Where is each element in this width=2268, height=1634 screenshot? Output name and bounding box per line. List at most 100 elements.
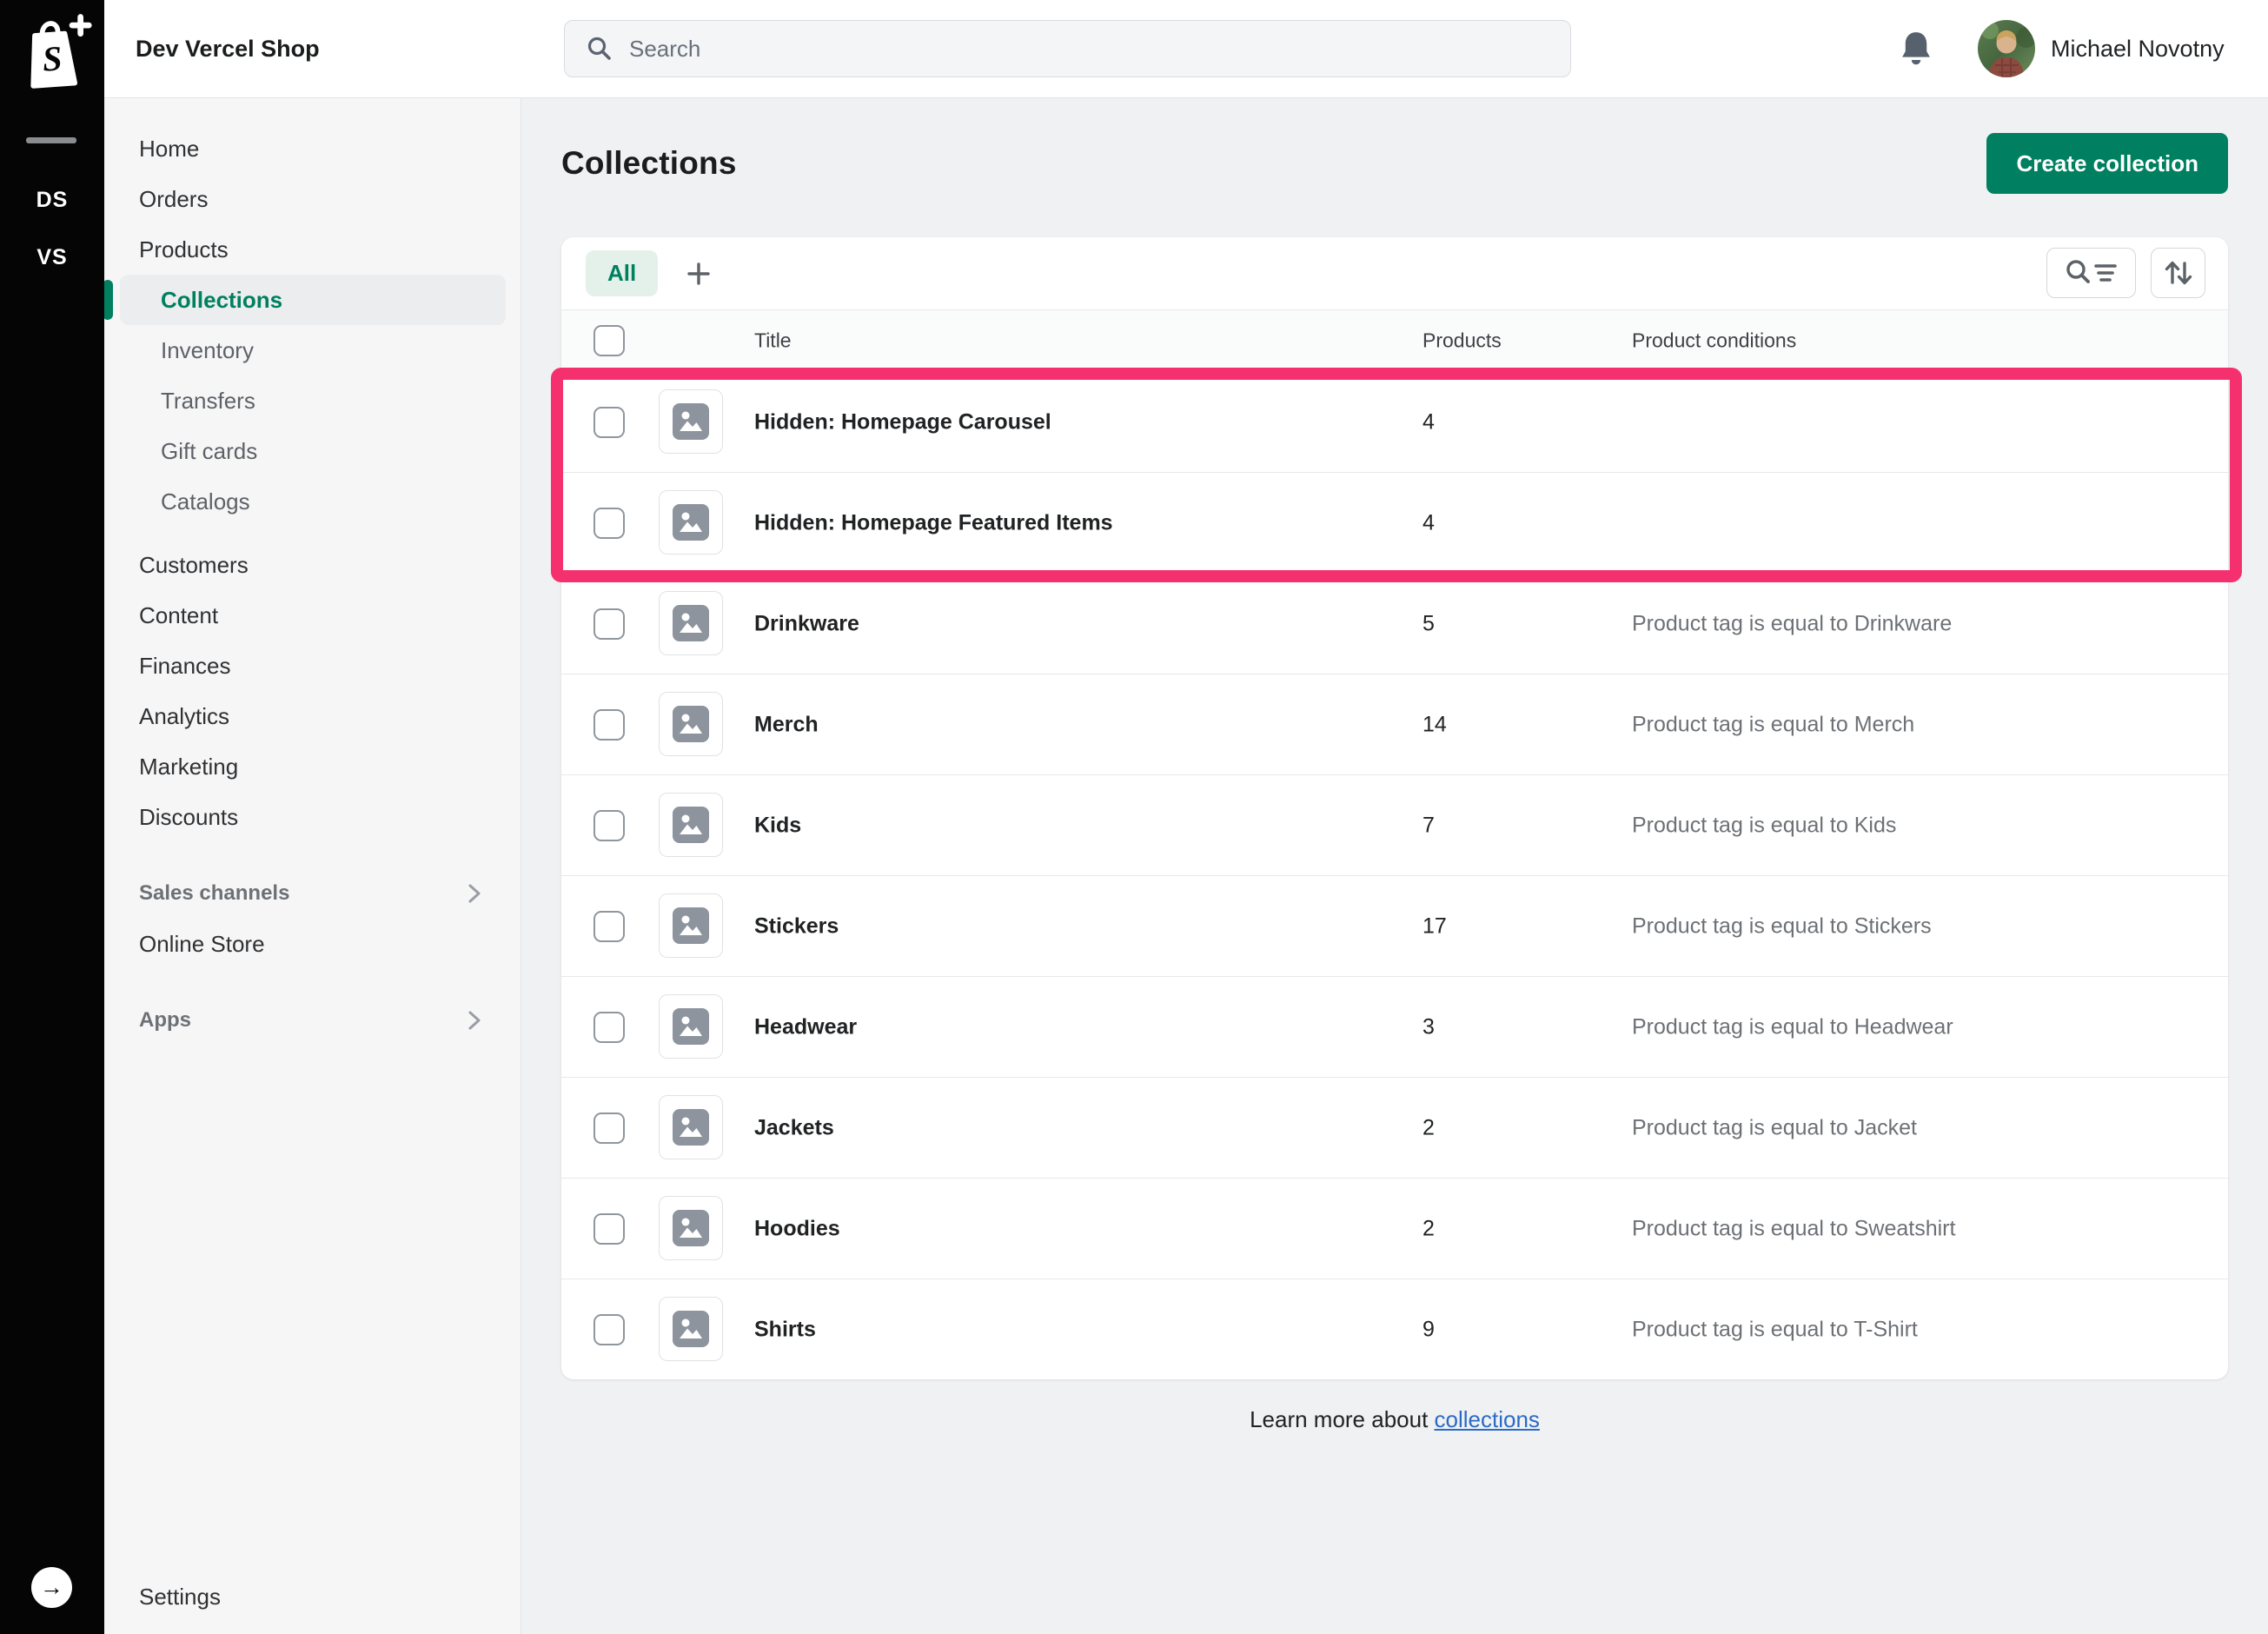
select-all-checkbox[interactable] [594,325,625,356]
collection-title[interactable]: Hidden: Homepage Carousel [754,409,1051,435]
row-checkbox[interactable] [594,508,625,539]
collection-thumbnail [659,692,723,756]
create-collection-button[interactable]: Create collection [1986,133,2228,194]
rail-divider [26,137,76,143]
sidebar-item-products[interactable]: Products [104,224,521,275]
global-search[interactable] [564,20,1571,77]
sidebar-item-home[interactable]: Home [104,123,521,174]
sidebar-item-label: Apps [139,1008,191,1033]
tab-all[interactable]: All [586,250,658,296]
sidebar-item-customers[interactable]: Customers [104,540,521,590]
row-checkbox[interactable] [594,407,625,438]
notifications-button[interactable] [1898,30,1934,70]
collection-product-count: 2 [1422,1216,1435,1241]
table-row-drinkware[interactable]: Drinkware5Product tag is equal to Drinkw… [561,574,2228,674]
image-placeholder-icon [671,1006,711,1046]
row-checkbox[interactable] [594,1314,625,1345]
arrow-right-icon: → [40,1574,63,1601]
row-checkbox[interactable] [594,1012,625,1043]
sidebar-item-finances[interactable]: Finances [104,641,521,691]
chevron-right-icon [466,880,483,907]
user-name[interactable]: Michael Novotny [2051,0,2225,97]
collection-thumbnail [659,1196,723,1260]
search-and-filter-button[interactable] [2046,248,2136,298]
sidebar-item-collections[interactable]: Collections [120,275,506,325]
workspace-badge-ds[interactable]: DS [0,188,104,213]
sidebar-item-catalogs[interactable]: Catalogs [104,476,521,527]
sidebar-item-discounts[interactable]: Discounts [104,792,521,842]
page-title: Collections [561,145,737,182]
collection-condition: Product tag is equal to Sweatshirt [1632,1216,1955,1241]
add-view-button[interactable] [684,259,713,289]
sidebar-item-inventory[interactable]: Inventory [104,325,521,375]
sidebar-item-label: Marketing [139,754,238,780]
table-row-kids[interactable]: Kids7Product tag is equal to Kids [561,775,2228,876]
collection-thumbnail [659,490,723,555]
collection-title[interactable]: Hoodies [754,1216,840,1241]
collections-help-link[interactable]: collections [1435,1406,1540,1432]
avatar-photo [1978,20,2035,77]
search-input[interactable] [627,20,1570,77]
table-row-hidden-homepage-featured-items[interactable]: Hidden: Homepage Featured Items4 [561,473,2228,574]
collection-condition: Product tag is equal to Merch [1632,712,1914,737]
collection-product-count: 3 [1422,1014,1435,1040]
sidebar-item-transfers[interactable]: Transfers [104,375,521,426]
sidebar-item-label: Gift cards [161,438,257,465]
row-checkbox[interactable] [594,810,625,841]
collection-thumbnail [659,994,723,1059]
sidebar-item-label: Customers [139,552,249,579]
table-row-jackets[interactable]: Jackets2Product tag is equal to Jacket [561,1078,2228,1179]
sidebar-item-label: Products [139,236,229,263]
collection-title[interactable]: Jackets [754,1115,834,1140]
tabs-row: All [561,237,2228,309]
sidebar-item-label: Finances [139,653,231,680]
collection-title[interactable]: Drinkware [754,611,859,636]
collection-title[interactable]: Merch [754,712,819,737]
row-checkbox[interactable] [594,1213,625,1245]
sort-button[interactable] [2151,248,2205,298]
table-row-merch[interactable]: Merch 14 Product tag is equal to Merch [561,674,2228,775]
table-row-hidden-homepage-carousel[interactable]: Hidden: Homepage Carousel4 [561,372,2228,473]
table-body: Hidden: Homepage Carousel4Hidden: Homepa… [561,372,2228,1379]
collections-card: All [561,237,2228,1379]
table-row-hoodies[interactable]: Hoodies 2 Product tag is equal to Sweatshi… [561,1179,2228,1279]
expand-arrow-button[interactable]: → [31,1567,72,1608]
avatar[interactable] [1978,20,2035,77]
row-checkbox[interactable] [594,709,625,741]
table-row-shirts[interactable]: Shirts9Product tag is equal to T-Shirt [561,1279,2228,1379]
sidebar-nav: Home Orders Products Collections Inventory Tr… [104,97,521,1046]
row-checkbox[interactable] [594,608,625,640]
sidebar-item-label: Inventory [161,337,254,364]
topbar: Dev Vercel Shop [104,0,2268,98]
sidebar-item-online-store[interactable]: Online Store [104,919,521,969]
shopify-plus-logo[interactable]: S [10,7,94,90]
collection-condition: Product tag is equal to T-Shirt [1632,1317,1918,1342]
sidebar-item-marketing[interactable]: Marketing [104,741,521,792]
collection-title[interactable]: Headwear [754,1014,857,1040]
sidebar-item-gift-cards[interactable]: Gift cards [104,426,521,476]
shopify-admin-collections-page: S DS VS → Dev Vercel Shop [0,0,2268,1634]
sidebar-item-content[interactable]: Content [104,590,521,641]
sidebar-item-apps[interactable]: Apps [104,995,521,1046]
collection-title[interactable]: Stickers [754,913,839,939]
table-row-stickers[interactable]: Stickers17Product tag is equal to Sticke… [561,876,2228,977]
image-placeholder-icon [671,906,711,946]
bell-icon [1898,30,1934,70]
image-placeholder-icon [671,704,711,744]
sidebar-item-settings[interactable]: Settings [139,1584,221,1611]
table-row-headwear[interactable]: Headwear3Product tag is equal to Headwea… [561,977,2228,1078]
sidebar-item-label: Orders [139,186,208,213]
collection-product-count: 14 [1422,712,1447,737]
collection-title[interactable]: Hidden: Homepage Featured Items [754,510,1113,535]
collection-title[interactable]: Shirts [754,1317,816,1342]
sidebar-item-analytics[interactable]: Analytics [104,691,521,741]
collection-thumbnail [659,1095,723,1159]
workspace-badge-vs[interactable]: VS [0,245,104,270]
row-checkbox[interactable] [594,911,625,942]
image-placeholder-icon [671,1107,711,1147]
sidebar-item-orders[interactable]: Orders [104,174,521,224]
sidebar-item-label: Discounts [139,804,238,831]
collection-title[interactable]: Kids [754,813,801,838]
sidebar-item-sales-channels[interactable]: Sales channels [104,868,521,919]
row-checkbox[interactable] [594,1113,625,1144]
